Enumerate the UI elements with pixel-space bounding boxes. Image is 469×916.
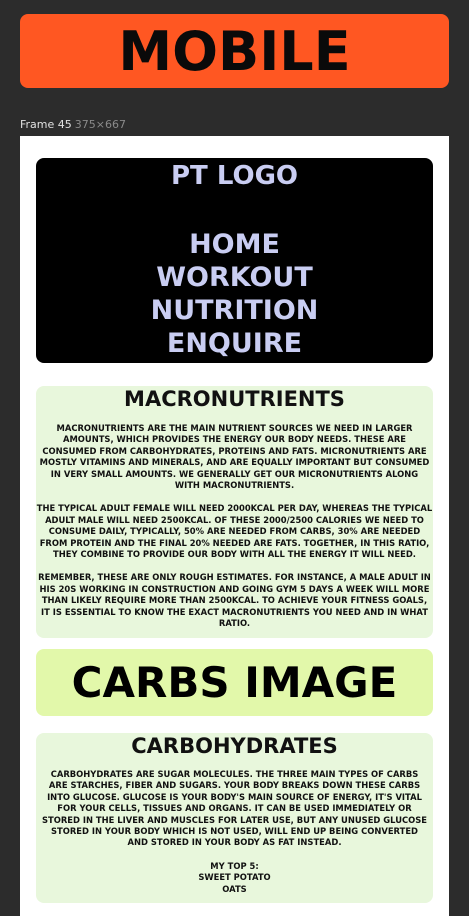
carbohydrates-paragraph: CARBOHYDRATES ARE SUGAR MOLECULES. THE T… [41,769,428,848]
nav-panel: PT LOGO HOME WORKOUT NUTRITION ENQUIRE [36,158,433,363]
nav-link-enquire[interactable]: ENQUIRE [36,327,433,360]
frame-label[interactable]: Frame 45 375×667 [20,118,126,131]
nav-link-workout[interactable]: WORKOUT [36,261,433,294]
mobile-title: MOBILE [118,19,351,83]
carbs-image-label: CARBS IMAGE [71,658,398,707]
macronutrients-paragraph-2: THE TYPICAL ADULT FEMALE WILL NEED 2000K… [36,503,433,560]
macronutrients-paragraph-3: REMEMBER, THESE ARE ONLY ROUGH ESTIMATES… [38,572,431,629]
nav-link-home[interactable]: HOME [36,228,433,261]
top-five-heading: MY TOP 5: [210,860,259,871]
macronutrients-card: MACRONUTRIENTS MACRONUTRIENTS ARE THE MA… [36,386,433,638]
top-five-item: SWEET POTATO [198,872,271,883]
mobile-title-banner: MOBILE [20,14,449,88]
carbohydrates-heading: CARBOHYDRATES [131,734,338,758]
pt-logo[interactable]: PT LOGO [36,161,433,191]
nav-links: HOME WORKOUT NUTRITION ENQUIRE [36,228,433,360]
macronutrients-heading: MACRONUTRIENTS [124,387,345,411]
carbohydrates-card: CARBOHYDRATES CARBOHYDRATES ARE SUGAR MO… [36,733,433,903]
mobile-frame: PT LOGO HOME WORKOUT NUTRITION ENQUIRE M… [20,136,449,916]
top-five-item: OATS [222,883,247,894]
nav-link-nutrition[interactable]: NUTRITION [36,294,433,327]
macronutrients-paragraph-1: MACRONUTRIENTS ARE THE MAIN NUTRIENT SOU… [39,423,430,491]
carbs-image-placeholder: CARBS IMAGE [36,649,433,716]
frame-name: Frame 45 [20,118,72,131]
frame-size: 375×667 [74,118,126,131]
